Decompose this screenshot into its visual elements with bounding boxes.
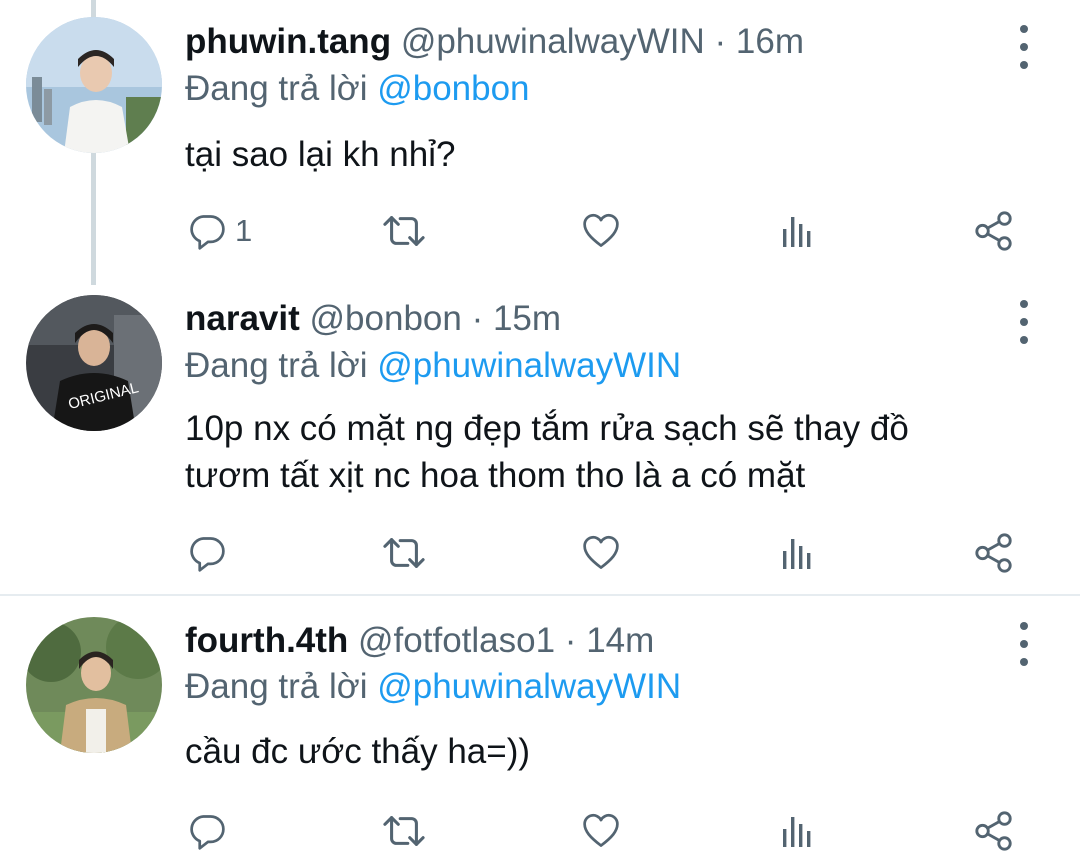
tweet[interactable]: fourth.4th @fotfotlaso1 · 14m Đang trả l… <box>0 596 1080 865</box>
like-icon <box>581 211 621 251</box>
user-handle[interactable]: @fotfotlaso1 <box>358 621 555 660</box>
more-options-button[interactable] <box>1011 622 1037 666</box>
mention-link[interactable]: @bonbon <box>377 69 529 108</box>
avatar[interactable] <box>26 617 162 753</box>
tweet-actions <box>0 806 1080 856</box>
analytics-icon <box>777 533 817 573</box>
retweet-icon <box>381 532 427 574</box>
display-name[interactable]: phuwin.tang <box>185 22 391 61</box>
like-icon <box>581 811 621 851</box>
analytics-icon <box>777 211 817 251</box>
tweet-text: tại sao lại kh nhỉ? <box>185 131 1045 178</box>
reply-count: 1 <box>235 213 253 248</box>
separator-dot: · <box>714 22 727 61</box>
replying-prefix: Đang trả lời <box>185 346 368 385</box>
timestamp[interactable]: 14m <box>586 621 654 660</box>
retweet-icon <box>381 810 427 852</box>
reply-button[interactable] <box>187 528 227 578</box>
reply-button[interactable]: 1 <box>187 206 252 256</box>
tweet-header: phuwin.tang @phuwinalwayWIN · 16m <box>185 20 804 64</box>
reply-icon <box>187 533 227 573</box>
analytics-button[interactable] <box>777 806 817 856</box>
tweet-text-line: cầu đc ước thấy ha=)) <box>185 732 531 771</box>
more-vertical-icon <box>1020 300 1028 308</box>
replying-to-line: Đang trả lời @phuwinalwayWIN <box>185 344 681 388</box>
timestamp[interactable]: 16m <box>736 22 804 61</box>
like-button[interactable] <box>581 806 621 856</box>
retweet-button[interactable] <box>381 806 427 856</box>
tweet[interactable]: phuwin.tang @phuwinalwayWIN · 16m Đang t… <box>0 0 1080 285</box>
share-icon <box>973 810 1015 852</box>
more-vertical-icon <box>1020 25 1028 33</box>
tweet-actions: 1 <box>0 206 1080 256</box>
user-handle[interactable]: @bonbon <box>310 299 462 338</box>
tweet-text: cầu đc ước thấy ha=)) <box>185 728 1045 775</box>
timestamp[interactable]: 15m <box>493 299 561 338</box>
retweet-button[interactable] <box>381 528 427 578</box>
more-options-button[interactable] <box>1011 300 1037 344</box>
share-icon <box>973 210 1015 252</box>
separator-dot: · <box>471 299 484 338</box>
analytics-button[interactable] <box>777 528 817 578</box>
tweet[interactable]: ORIGINAL naravit @bonbon · 15m Đang trả … <box>0 285 1080 595</box>
share-button[interactable] <box>973 806 1015 856</box>
analytics-icon <box>777 811 817 851</box>
more-vertical-icon <box>1020 622 1028 630</box>
replying-prefix: Đang trả lời <box>185 667 368 706</box>
avatar[interactable] <box>26 17 162 153</box>
mention-link[interactable]: @phuwinalwayWIN <box>377 667 681 706</box>
replying-to-line: Đang trả lời @bonbon <box>185 67 530 111</box>
tweet-header: naravit @bonbon · 15m <box>185 297 561 341</box>
replying-to-line: Đang trả lời @phuwinalwayWIN <box>185 665 681 709</box>
share-button[interactable] <box>973 206 1015 256</box>
tweet-text-line: tươm tất xịt nc hoa thom tho là a có mặt <box>185 456 806 495</box>
tweet-text: 10p nx có mặt ng đẹp tắm rửa sạch sẽ tha… <box>185 405 1045 499</box>
share-button[interactable] <box>973 528 1015 578</box>
mention-link[interactable]: @phuwinalwayWIN <box>377 346 681 385</box>
more-options-button[interactable] <box>1011 25 1037 69</box>
tweet-header: fourth.4th @fotfotlaso1 · 14m <box>185 619 654 663</box>
avatar[interactable]: ORIGINAL <box>26 295 162 431</box>
retweet-button[interactable] <box>381 206 427 256</box>
share-icon <box>973 532 1015 574</box>
tweet-text-line: 10p nx có mặt ng đẹp tắm rửa sạch sẽ tha… <box>185 409 909 448</box>
like-button[interactable] <box>581 528 621 578</box>
tweet-text-line: tại sao lại kh nhỉ? <box>185 135 456 174</box>
user-handle[interactable]: @phuwinalwayWIN <box>401 22 705 61</box>
display-name[interactable]: naravit <box>185 299 300 338</box>
retweet-icon <box>381 210 427 252</box>
analytics-button[interactable] <box>777 206 817 256</box>
reply-icon <box>187 211 227 251</box>
tweet-actions <box>0 528 1080 578</box>
separator-dot: · <box>564 621 577 660</box>
reply-button[interactable] <box>187 806 227 856</box>
replying-prefix: Đang trả lời <box>185 69 368 108</box>
like-icon <box>581 533 621 573</box>
like-button[interactable] <box>581 206 621 256</box>
reply-icon <box>187 811 227 851</box>
display-name[interactable]: fourth.4th <box>185 621 348 660</box>
